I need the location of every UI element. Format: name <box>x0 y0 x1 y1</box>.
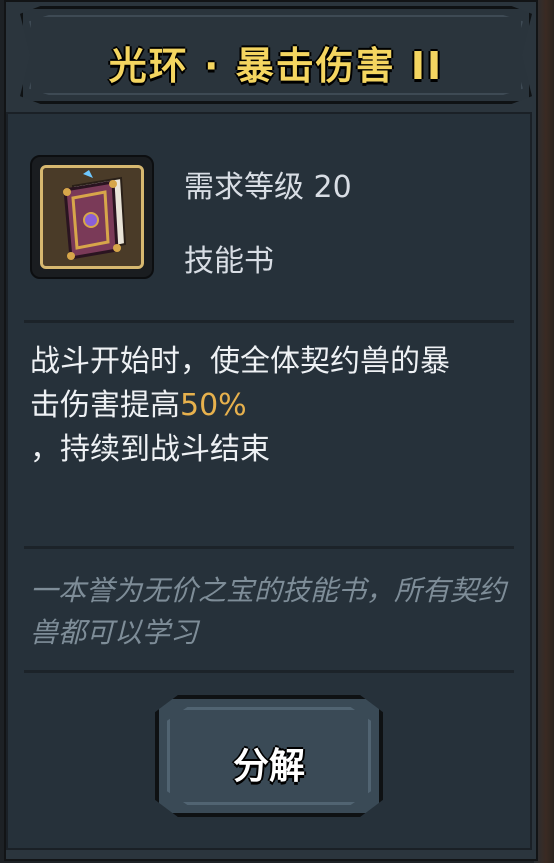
item-title: 光环 · 暴击伤害 II <box>108 44 444 88</box>
description-line: 战斗开始时，使全体契约兽的暴 <box>30 344 450 379</box>
skill-description: 战斗开始时，使全体契约兽的暴 击伤害提高50% ，持续到战斗结束 <box>30 340 520 472</box>
required-level: 需求等级 20 <box>184 170 352 205</box>
effect-value: 50% <box>180 388 247 423</box>
skill-book-icon <box>40 165 144 269</box>
description-line: ，持续到战斗结束 <box>30 432 270 467</box>
title-bar: 光环 · 暴击伤害 II <box>20 6 532 104</box>
item-icon-frame <box>30 155 154 279</box>
flavor-text: 一本誉为无价之宝的技能书，所有契约兽都可以学习 <box>30 574 507 649</box>
item-type: 技能书 <box>184 244 274 279</box>
decompose-button[interactable]: 分解 <box>155 695 383 817</box>
description-line: 击伤害提高50% <box>30 388 247 423</box>
divider <box>24 546 514 549</box>
divider <box>24 670 514 673</box>
divider <box>24 320 514 323</box>
decompose-label: 分解 <box>232 746 305 787</box>
